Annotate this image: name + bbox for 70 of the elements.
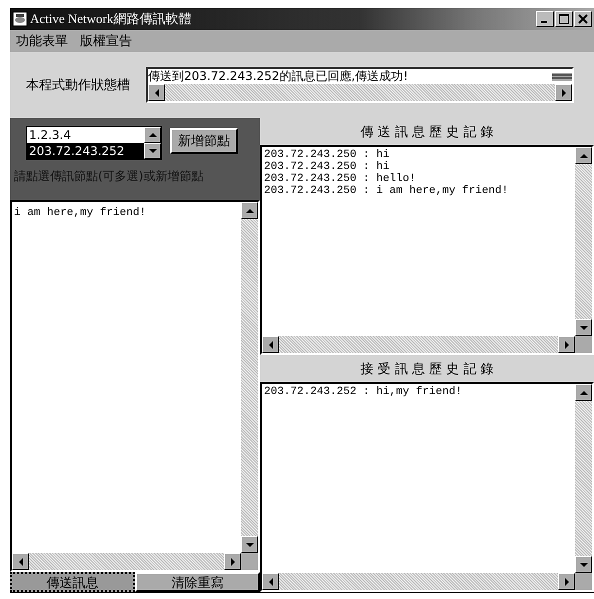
- history-line: 203.72.243.250 : hi: [264, 149, 390, 161]
- scrollbar-corner: [575, 336, 592, 353]
- message-text: i am here,my friend!: [14, 207, 146, 219]
- left-arrow-icon: [18, 558, 24, 566]
- history-title: 接 受 訊 息 歷 史 記 錄: [360, 360, 494, 378]
- right-arrow-icon: [564, 578, 570, 586]
- menu-item[interactable]: 功能表單: [16, 32, 68, 50]
- status-message: 傳送到203.72.243.252的訊息已回應,傳送成功!: [148, 68, 408, 85]
- scroll-down-button[interactable]: [575, 556, 592, 573]
- down-arrow-icon: [148, 148, 156, 154]
- vertical-scrollbar[interactable]: [575, 147, 592, 336]
- scroll-down-button[interactable]: [575, 319, 592, 336]
- minimize-button[interactable]: [536, 11, 554, 27]
- scrollbar-corner: [575, 573, 592, 590]
- scrollbar-corner: [241, 553, 258, 570]
- scroll-down-button[interactable]: [144, 143, 161, 159]
- scroll-left-button[interactable]: [262, 336, 279, 353]
- window-title: Active Network網路傳訊軟體: [30, 10, 192, 28]
- scroll-right-button[interactable]: [555, 84, 572, 101]
- left-arrow-icon: [154, 88, 160, 96]
- message-input[interactable]: i am here,my friend!: [10, 200, 260, 572]
- app-icon: [12, 11, 28, 27]
- minimize-icon: [541, 21, 547, 23]
- vertical-scrollbar[interactable]: [241, 202, 258, 553]
- scroll-up-button[interactable]: [241, 202, 258, 219]
- maximize-button[interactable]: [555, 11, 573, 27]
- node-item[interactable]: 1.2.3.4: [27, 127, 144, 143]
- left-arrow-icon: [268, 340, 274, 348]
- down-arrow-icon: [580, 562, 588, 568]
- add-node-button[interactable]: 新增節點: [170, 128, 238, 154]
- node-item[interactable]: 203.72.243.252: [27, 143, 144, 159]
- history-line: 203.72.243.250 : hello!: [264, 173, 417, 185]
- maximize-icon: [559, 14, 569, 24]
- history-line: 203.72.243.250 : hi: [264, 161, 390, 173]
- close-button[interactable]: [574, 11, 592, 27]
- down-arrow-icon: [580, 324, 588, 330]
- scroll-right-button[interactable]: [224, 553, 241, 570]
- right-arrow-icon: [230, 558, 236, 566]
- scroll-up-button[interactable]: [144, 127, 161, 143]
- up-arrow-icon: [580, 390, 588, 396]
- vertical-scrollbar[interactable]: [575, 384, 592, 573]
- history-line: 203.72.243.252 : hi,my friend!: [264, 386, 464, 398]
- scroll-grip-icon: [552, 72, 572, 82]
- history-title: 傳 送 訊 息 歷 史 記 錄: [360, 124, 494, 140]
- up-arrow-icon: [580, 152, 588, 158]
- horizontal-scrollbar[interactable]: [148, 84, 572, 101]
- down-arrow-icon: [246, 542, 254, 548]
- action-button[interactable]: 清除重寫: [135, 572, 260, 592]
- scroll-down-button[interactable]: [241, 536, 258, 553]
- right-arrow-icon: [564, 340, 570, 348]
- status-label: 本程式動作狀態槽: [26, 77, 130, 94]
- scroll-left-button[interactable]: [12, 553, 29, 570]
- close-icon: [578, 14, 588, 24]
- right-arrow-icon: [560, 88, 566, 96]
- scroll-up-button[interactable]: [575, 384, 592, 401]
- left-arrow-icon: [268, 578, 274, 586]
- scroll-right-button[interactable]: [558, 573, 575, 590]
- horizontal-scrollbar[interactable]: [12, 553, 241, 570]
- up-arrow-icon: [148, 132, 156, 138]
- horizontal-scrollbar[interactable]: [262, 336, 575, 353]
- scroll-right-button[interactable]: [558, 336, 575, 353]
- horizontal-scrollbar[interactable]: [262, 573, 575, 590]
- node-hint: 請點選傳訊節點(可多選)或新增節點: [14, 168, 204, 185]
- scroll-left-button[interactable]: [148, 84, 165, 101]
- history-line: 203.72.243.250 : i am here,my friend!: [264, 185, 510, 197]
- action-button[interactable]: 傳送訊息: [10, 572, 135, 592]
- scroll-up-button[interactable]: [575, 147, 592, 164]
- up-arrow-icon: [246, 208, 254, 214]
- menu-item[interactable]: 版權宣告: [80, 32, 132, 50]
- scroll-left-button[interactable]: [262, 573, 279, 590]
